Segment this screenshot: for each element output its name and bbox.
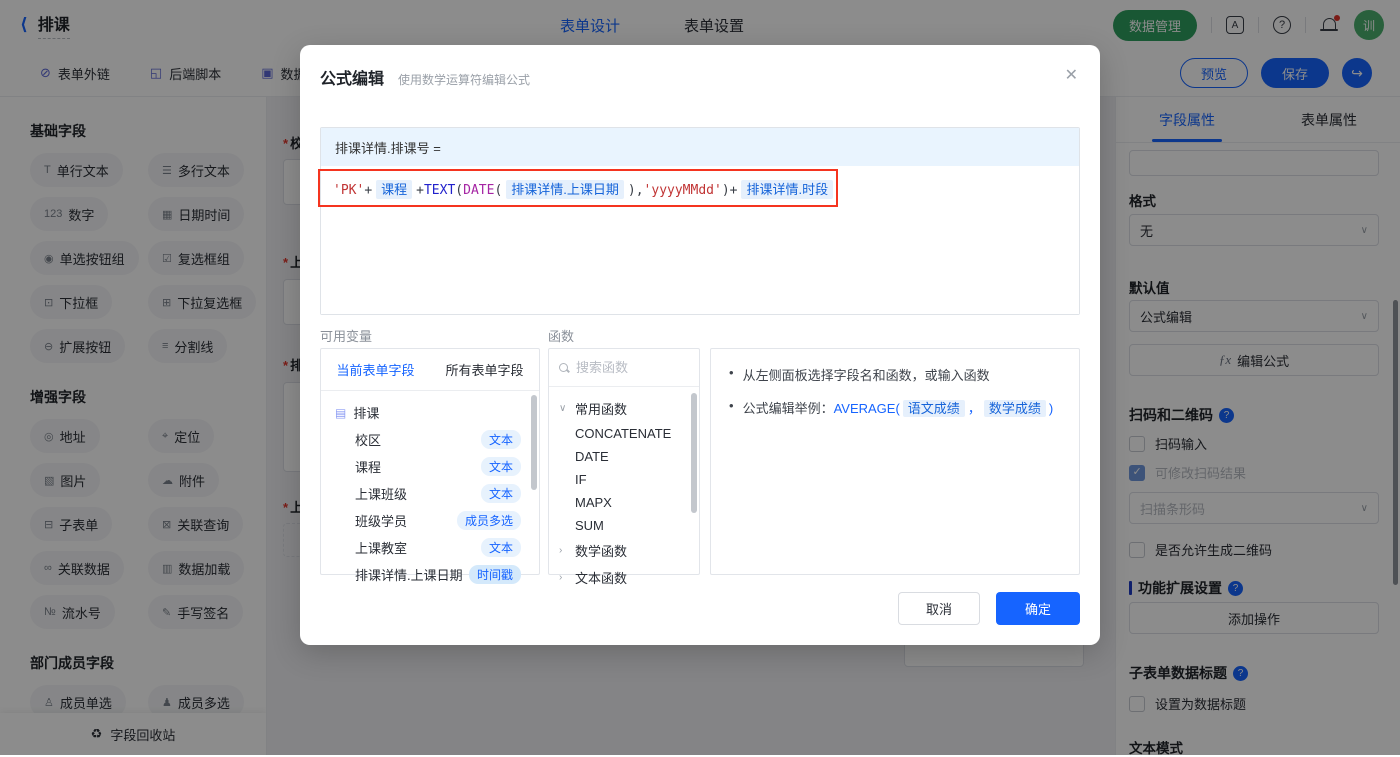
example-function-text: ): [1049, 401, 1053, 416]
functions-label: 函数: [548, 326, 574, 345]
chevron-right-icon: ›: [559, 545, 569, 556]
modal-subtitle: 使用数学运算符编辑公式: [398, 71, 530, 88]
formula-operator: (: [494, 183, 502, 198]
example-function-text: ，: [968, 401, 981, 416]
variable-item[interactable]: 上课班级 文本: [321, 480, 539, 507]
example-field-chip: 数学成绩: [984, 400, 1046, 417]
bullet-icon: •: [729, 398, 734, 417]
tab-all-form-fields[interactable]: 所有表单字段: [430, 349, 539, 390]
variable-item[interactable]: 班级学员 成员多选: [321, 507, 539, 534]
chevron-down-icon: ∨: [559, 403, 569, 414]
variable-list: ▤ 排课 校区文本课程文本上课班级文本班级学员成员多选上课教室文本排课详情.上课…: [321, 391, 539, 588]
formula-string: 'PK': [333, 183, 364, 198]
formula-operator: +: [416, 183, 424, 198]
function-item[interactable]: CONCATENATE: [549, 422, 699, 445]
expression-header: 排课详情.排课号 =: [321, 128, 1079, 166]
functions-panel: ∨常用函数CONCATENATEDATEIFMAPXSUM›数学函数›文本函数: [548, 348, 700, 575]
formula-operator: ),: [628, 183, 644, 198]
variable-name: 上课班级: [355, 484, 407, 503]
variable-name: 班级学员: [355, 511, 407, 530]
search-icon: [559, 363, 569, 373]
help-panel: • 从左侧面板选择字段名和函数，或输入函数 • 公式编辑举例：AVERAGE(语…: [710, 348, 1080, 575]
formula-editor-modal: 公式编辑 使用数学运算符编辑公式 ✕ 排课详情.排课号 = 'PK'+课程+TE…: [300, 45, 1100, 645]
function-group[interactable]: › 文本函数: [549, 564, 699, 591]
variable-name: 校区: [355, 430, 381, 449]
field-type-badge: 时间戳: [469, 565, 521, 584]
function-tree: ∨ 常用函数 CONCATENATEDATEIFMAPXSUM › 数学函数 › 文本函数: [549, 387, 699, 599]
variables-label: 可用变量: [320, 326, 372, 345]
field-type-badge: 文本: [481, 538, 521, 557]
variable-name: 课程: [355, 457, 381, 476]
function-item[interactable]: DATE: [549, 445, 699, 468]
example-prefix: 公式编辑举例：: [743, 401, 834, 416]
formula-field-chip: 课程: [376, 180, 412, 199]
bullet-icon: •: [729, 365, 734, 384]
close-icon[interactable]: ✕: [1065, 65, 1078, 85]
form-doc-icon: ▤: [335, 406, 346, 420]
example-function-text: AVERAGE(: [834, 401, 900, 416]
function-search: [549, 349, 699, 387]
function-search-input[interactable]: [576, 360, 676, 375]
field-type-badge: 文本: [481, 430, 521, 449]
function-group-label: 数学函数: [575, 541, 627, 560]
function-group[interactable]: › 数学函数: [549, 537, 699, 564]
variable-root-label: 排课: [353, 403, 379, 422]
variable-root[interactable]: ▤ 排课: [321, 399, 539, 426]
function-item[interactable]: IF: [549, 468, 699, 491]
formula-operator: )+: [722, 183, 738, 198]
function-group-label: 常用函数: [575, 399, 627, 418]
formula-string: 'yyyyMMdd': [644, 183, 722, 198]
help-example: • 公式编辑举例：AVERAGE(语文成绩，数学成绩): [729, 398, 1061, 417]
formula-function: DATE: [463, 183, 494, 198]
variable-name: 排课详情.上课日期: [355, 565, 463, 584]
field-type-badge: 文本: [481, 484, 521, 503]
formula-editor: 排课详情.排课号 = 'PK'+课程+TEXT(DATE(排课详情.上课日期),…: [320, 127, 1080, 315]
variable-item[interactable]: 课程 文本: [321, 453, 539, 480]
functions-scrollbar[interactable]: [691, 393, 697, 513]
function-item[interactable]: MAPX: [549, 491, 699, 514]
variable-item[interactable]: 上课教室 文本: [321, 534, 539, 561]
example-field-chip: 语文成绩: [903, 400, 965, 417]
modal-title: 公式编辑: [320, 65, 384, 89]
function-group[interactable]: ∨ 常用函数: [549, 395, 699, 422]
confirm-button[interactable]: 确定: [996, 592, 1080, 625]
formula-highlight-box: 'PK'+课程+TEXT(DATE(排课详情.上课日期),'yyyyMMdd')…: [318, 169, 838, 207]
field-type-badge: 文本: [481, 457, 521, 476]
field-type-badge: 成员多选: [457, 511, 521, 530]
formula-operator: (: [455, 183, 463, 198]
cancel-button[interactable]: 取消: [898, 592, 980, 625]
chevron-right-icon: ›: [559, 572, 569, 583]
function-item[interactable]: SUM: [549, 514, 699, 537]
formula-operator: +: [364, 183, 372, 198]
variable-item[interactable]: 校区 文本: [321, 426, 539, 453]
variables-scrollbar[interactable]: [531, 395, 537, 490]
function-group-label: 文本函数: [575, 568, 627, 587]
variables-panel: 当前表单字段 所有表单字段 ▤ 排课 校区文本课程文本上课班级文本班级学员成员多…: [320, 348, 540, 575]
tab-current-form-fields[interactable]: 当前表单字段: [321, 349, 430, 390]
formula-input-area[interactable]: 'PK'+课程+TEXT(DATE(排课详情.上课日期),'yyyyMMdd')…: [321, 166, 1079, 314]
formula-line: 'PK'+课程+TEXT(DATE(排课详情.上课日期),'yyyyMMdd')…: [333, 179, 837, 198]
formula-function: TEXT: [424, 183, 455, 198]
help-tip: • 从左侧面板选择字段名和函数，或输入函数: [729, 365, 1061, 384]
formula-field-chip: 排课详情.时段: [741, 180, 833, 199]
help-example-tokens: AVERAGE(语文成绩，数学成绩): [834, 401, 1054, 416]
variable-name: 上课教室: [355, 538, 407, 557]
variable-item[interactable]: 排课详情.上课日期时间戳: [321, 561, 539, 588]
formula-field-chip: 排课详情.上课日期: [506, 180, 624, 199]
